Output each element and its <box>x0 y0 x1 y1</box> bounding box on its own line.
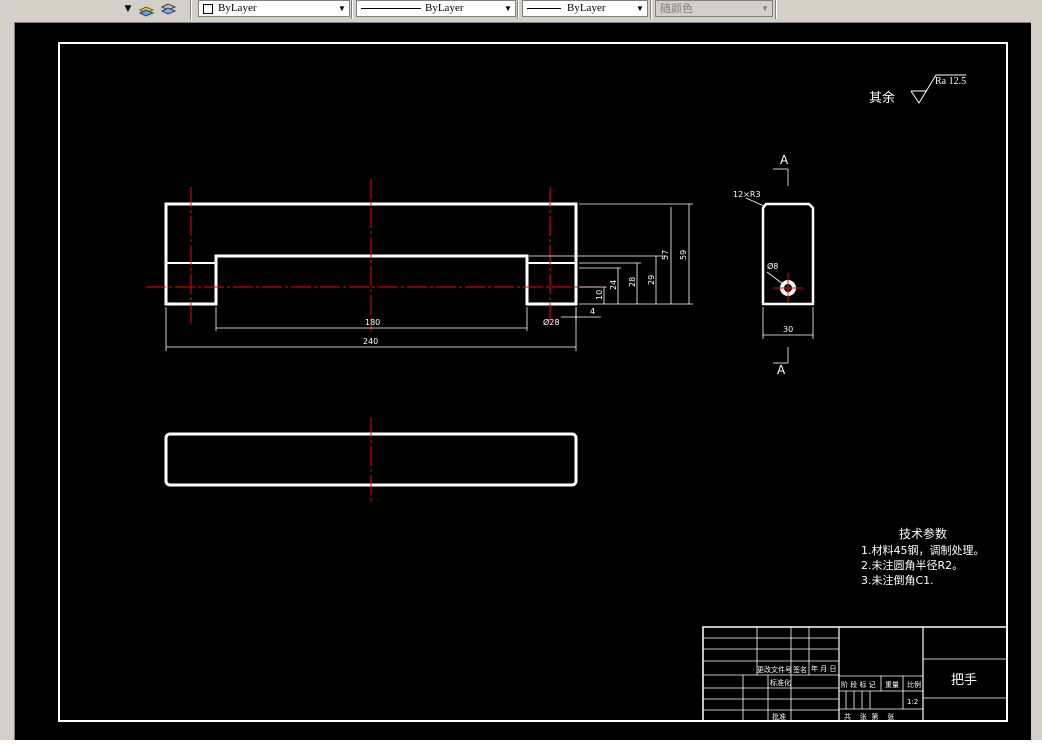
date-label: 年 月 日 <box>811 664 836 673</box>
color-combo[interactable]: ByLayer ▼ <box>198 0 350 17</box>
dim-240: 240 <box>363 337 378 346</box>
lineweight-preview <box>527 8 561 9</box>
tech-title: 技术参数 <box>899 526 947 541</box>
hole-diameter: Ø8 <box>767 261 778 271</box>
technical-notes: 技术参数 1.材料45钢，调制处理。 2.未注圆角半径R2。 3.未注倒角C1. <box>861 526 985 587</box>
drawing-border <box>58 42 1008 722</box>
roughness-symbol: 其余 Ra 12.5 <box>869 74 966 106</box>
roughness-prefix: 其余 <box>869 90 895 106</box>
linetype-combo[interactable]: ByLayer ▼ <box>356 0 516 17</box>
toolbar-separator <box>351 0 353 19</box>
weight-label: 重量 <box>885 681 899 689</box>
properties-toolbar: ▼ ByLayer ▼ ByLayer ▼ ByLayer ▼ 随颜色 ▼ <box>0 0 1042 20</box>
dim-59: 59 <box>679 250 688 260</box>
change-doc-label: 更改文件号 <box>757 665 792 674</box>
toolbar-separator <box>775 0 777 19</box>
fillet-note: 12×R3 <box>733 190 761 199</box>
color-swatch <box>203 4 213 14</box>
toolbar-separator <box>517 0 519 19</box>
layer-states-icon[interactable] <box>160 1 177 18</box>
tech-line-1: 1.材料45钢，调制处理。 <box>861 543 985 557</box>
section-label-top: A <box>780 153 789 167</box>
chevron-down-icon[interactable]: ▼ <box>501 1 515 16</box>
dim-10: 10 <box>595 290 604 300</box>
chevron-down-icon[interactable]: ▼ <box>633 1 647 16</box>
layer-previous-icon[interactable] <box>138 1 155 18</box>
color-combo-value: ByLayer <box>218 2 257 14</box>
dim-29: 29 <box>647 275 656 285</box>
stage-mark-label: 阶 段 标 记 <box>841 680 876 689</box>
section-label-bottom: A <box>777 363 786 377</box>
dim-4: 4 <box>590 307 595 316</box>
standardize-label: 标准化 <box>770 678 791 687</box>
dim-24: 24 <box>609 280 618 290</box>
dim-30: 30 <box>783 325 793 334</box>
part-name: 把手 <box>951 673 977 688</box>
dim-180: 180 <box>365 318 380 327</box>
ratio-label: 比例 <box>907 680 921 689</box>
ratio-value: 1:2 <box>907 698 918 706</box>
toolbar-separator <box>190 0 192 19</box>
drawing-canvas[interactable]: 180 240 Ø28 4 10 24 28 29 57 59 12×R3 Ø8… <box>15 23 1031 740</box>
dim-diam28: Ø28 <box>543 317 559 327</box>
approve-label: 批准 <box>772 712 786 721</box>
chevron-down-icon: ▼ <box>761 4 769 13</box>
toolbar-separator <box>650 0 652 19</box>
chevron-down-icon[interactable]: ▼ <box>335 1 349 16</box>
lineweight-combo-value: ByLayer <box>567 2 606 14</box>
title-block-text: 把手 更改文件号 签名 年 月 日 标准化 批准 阶 段 标 记 重量 比例 1… <box>757 664 977 721</box>
linetype-combo-value: ByLayer <box>425 2 464 14</box>
tech-line-2: 2.未注圆角半径R2。 <box>861 558 963 572</box>
plotstyle-combo-value: 随颜色 <box>660 2 693 15</box>
front-view-dimensions <box>165 203 693 351</box>
linetype-preview <box>361 8 421 9</box>
lineweight-combo[interactable]: ByLayer ▼ <box>522 0 648 17</box>
signature-label: 签名 <box>793 665 807 674</box>
sheets-label: 共 张 第 张 <box>844 712 894 721</box>
model-space-viewport[interactable]: 180 240 Ø28 4 10 24 28 29 57 59 12×R3 Ø8… <box>14 22 1031 740</box>
window-bottom-edge <box>0 740 1042 745</box>
dim-28: 28 <box>628 277 637 287</box>
roughness-value: Ra 12.5 <box>935 76 966 87</box>
chevron-down-icon[interactable]: ▼ <box>121 2 135 16</box>
side-view-centerlines <box>773 273 803 303</box>
dim-57: 57 <box>661 250 670 260</box>
tech-line-3: 3.未注倒角C1. <box>861 573 934 587</box>
plotstyle-combo: 随颜色 ▼ <box>655 0 773 17</box>
